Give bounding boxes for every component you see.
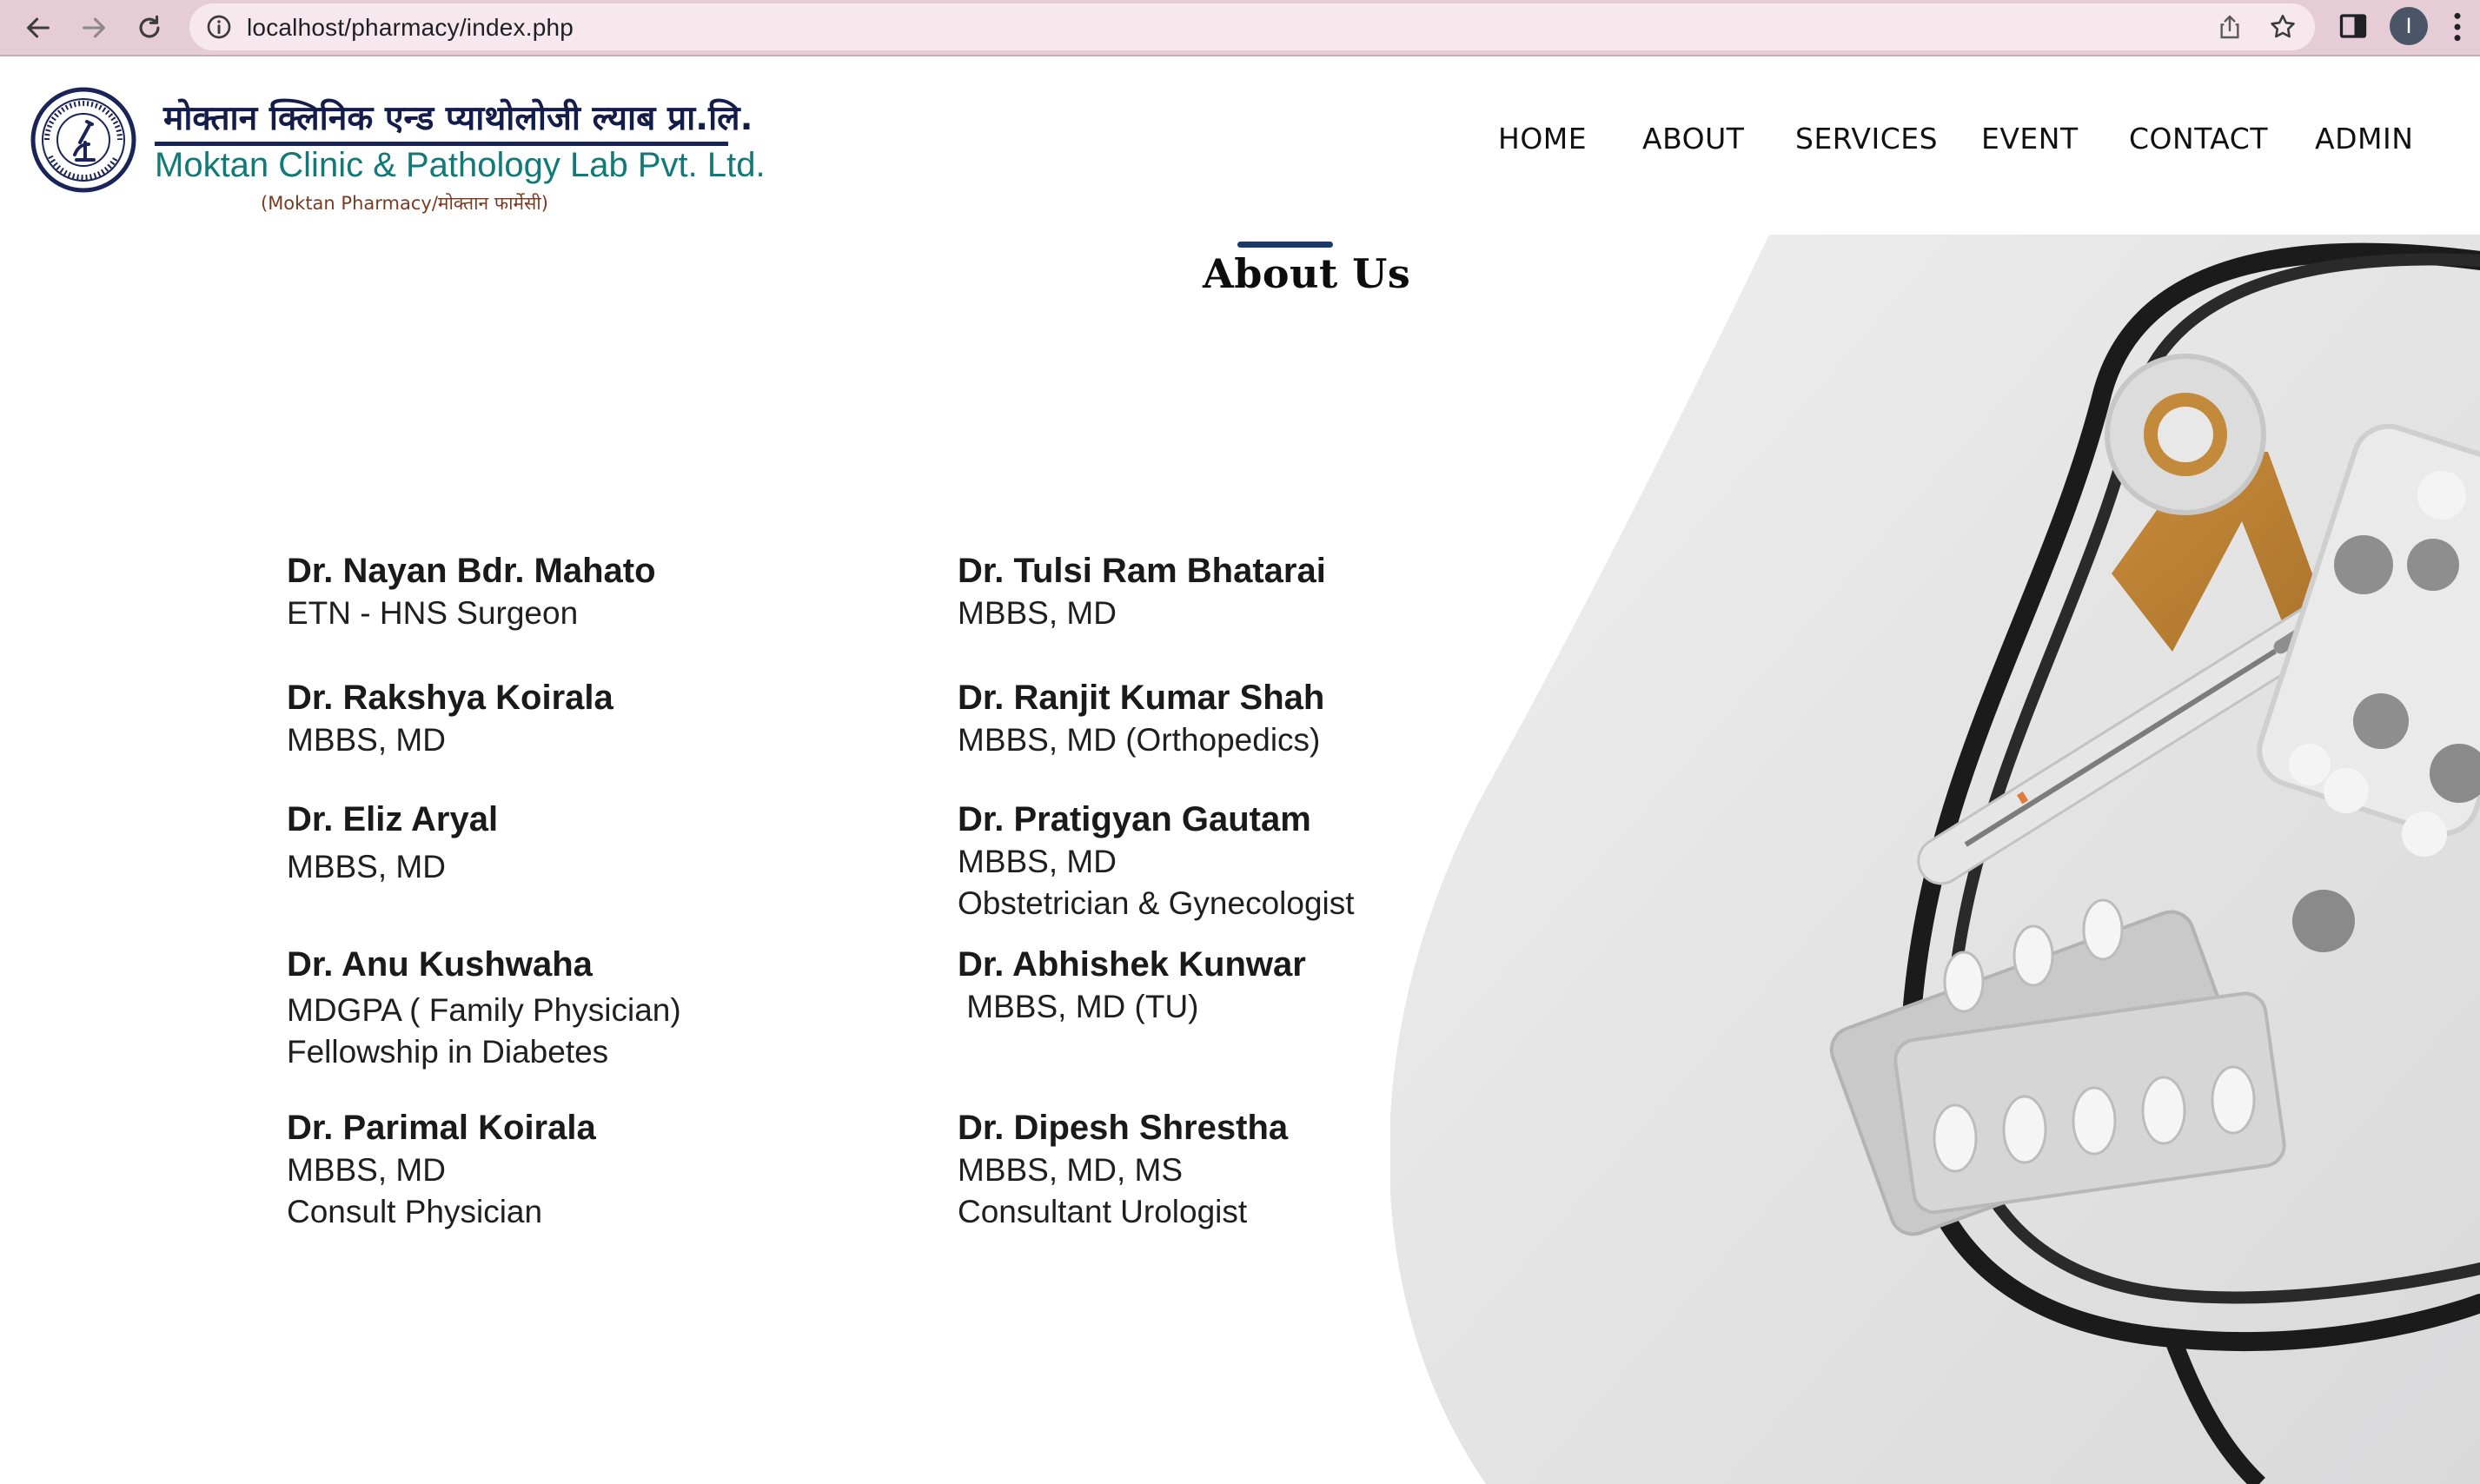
url-text: localhost/pharmacy/index.php (247, 14, 574, 41)
doctor-name: Dr. Pratigyan Gautam (958, 800, 1311, 838)
doctor-card: Dr. Abhishek Kunwar MBBS, MD (TU) (958, 943, 1306, 1028)
doctor-name: Dr. Nayan Bdr. Mahato (287, 552, 656, 590)
doctor-card: Dr. Dipesh Shrestha MBBS, MD, MS Consult… (958, 1106, 1288, 1233)
doctor-card: Dr. Rakshya Koirala MBBS, MD (287, 676, 613, 761)
doctor-credential: ETN - HNS Surgeon (287, 595, 579, 631)
doctor-card: Dr. Nayan Bdr. Mahato ETN - HNS Surgeon (287, 549, 656, 634)
profile-avatar[interactable]: I (2390, 7, 2428, 45)
doctor-credential: MBBS, MD (287, 849, 446, 884)
doctor-specialty: Obstetrician & Gynecologist (958, 885, 1355, 921)
site-info-icon[interactable] (205, 13, 233, 41)
doctor-credential: MBBS, MD (287, 1152, 446, 1188)
doctor-credential: MBBS, MD (958, 595, 1117, 631)
doctor-card: Dr. Anu Kushwaha MDGPA ( Family Physicia… (287, 943, 681, 1073)
doctor-credential: MBBS, MD (TU) (958, 989, 1199, 1024)
doctor-name: Dr. Eliz Aryal (287, 800, 499, 838)
doctor-specialty: Fellowship in Diabetes (287, 1034, 609, 1070)
address-bar[interactable]: localhost/pharmacy/index.php (189, 3, 2315, 50)
doctor-name: Dr. Abhishek Kunwar (958, 945, 1306, 984)
doctor-card: Dr. Pratigyan Gautam MBBS, MD Obstetrici… (958, 798, 1355, 924)
back-arrow-icon (27, 17, 50, 38)
doctor-card: Dr. Tulsi Ram Bhatarai MBBS, MD (958, 549, 1326, 634)
doctor-card: Dr. Ranjit Kumar Shah MBBS, MD (Orthoped… (958, 676, 1324, 761)
reload-icon (139, 15, 160, 38)
brand-english-name: Moktan Clinic & Pathology Lab Pvt. Ltd. (155, 146, 766, 184)
doctor-credential: MDGPA ( Family Physician) (287, 992, 681, 1028)
more-menu-icon[interactable] (2447, 10, 2468, 43)
doctor-credential: MBBS, MD, MS (958, 1152, 1184, 1188)
forward-button[interactable] (71, 5, 116, 50)
brand-nepali-name: मोक्तान क्लिनिक एन्ड प्याथोलोजी ल्याब प्… (163, 99, 753, 138)
doctor-credential: MBBS, MD (Orthopedics) (958, 722, 1321, 758)
forward-arrow-icon (83, 17, 105, 38)
doctor-name: Dr. Rakshya Koirala (287, 679, 613, 717)
nav-services[interactable]: SERVICES (1795, 122, 1938, 156)
browser-toolbar: localhost/pharmacy/index.php I (0, 0, 2480, 56)
doctor-name: Dr. Anu Kushwaha (287, 945, 593, 984)
nav-contact[interactable]: CONTACT (2129, 122, 2268, 156)
back-button[interactable] (16, 5, 61, 50)
nav-admin[interactable]: ADMIN (2315, 122, 2413, 156)
section-accent-bar (1237, 242, 1333, 248)
reload-button[interactable] (127, 5, 172, 50)
doctor-card: Dr. Eliz Aryal MBBS, MD (287, 798, 498, 888)
nav-event[interactable]: EVENT (1981, 122, 2079, 156)
doctor-specialty: Consult Physician (287, 1194, 543, 1229)
nav-home[interactable]: HOME (1498, 122, 1587, 156)
doctor-card: Dr. Parimal Koirala MBBS, MD Consult Phy… (287, 1106, 596, 1233)
nav-about[interactable]: ABOUT (1642, 122, 1744, 156)
doctor-name: Dr. Tulsi Ram Bhatarai (958, 552, 1326, 590)
doctor-name: Dr. Dipesh Shrestha (958, 1109, 1289, 1147)
doctor-credential: MBBS, MD (287, 722, 446, 758)
doctor-name: Dr. Parimal Koirala (287, 1109, 596, 1147)
brand-subtitle: (Moktan Pharmacy/मोक्तान फार्मेसी) (261, 193, 548, 214)
side-panel-icon[interactable] (2337, 10, 2369, 42)
about-title: About Us (1203, 250, 1411, 297)
doctor-name: Dr. Ranjit Kumar Shah (958, 679, 1325, 717)
share-icon[interactable] (2216, 13, 2244, 41)
doctor-credential: MBBS, MD (958, 844, 1117, 879)
bookmark-star-icon[interactable] (2268, 12, 2298, 42)
doctor-specialty: Consultant Urologist (958, 1194, 1248, 1229)
medical-supplies-image (1390, 235, 2480, 1484)
clinic-logo[interactable] (30, 82, 137, 198)
